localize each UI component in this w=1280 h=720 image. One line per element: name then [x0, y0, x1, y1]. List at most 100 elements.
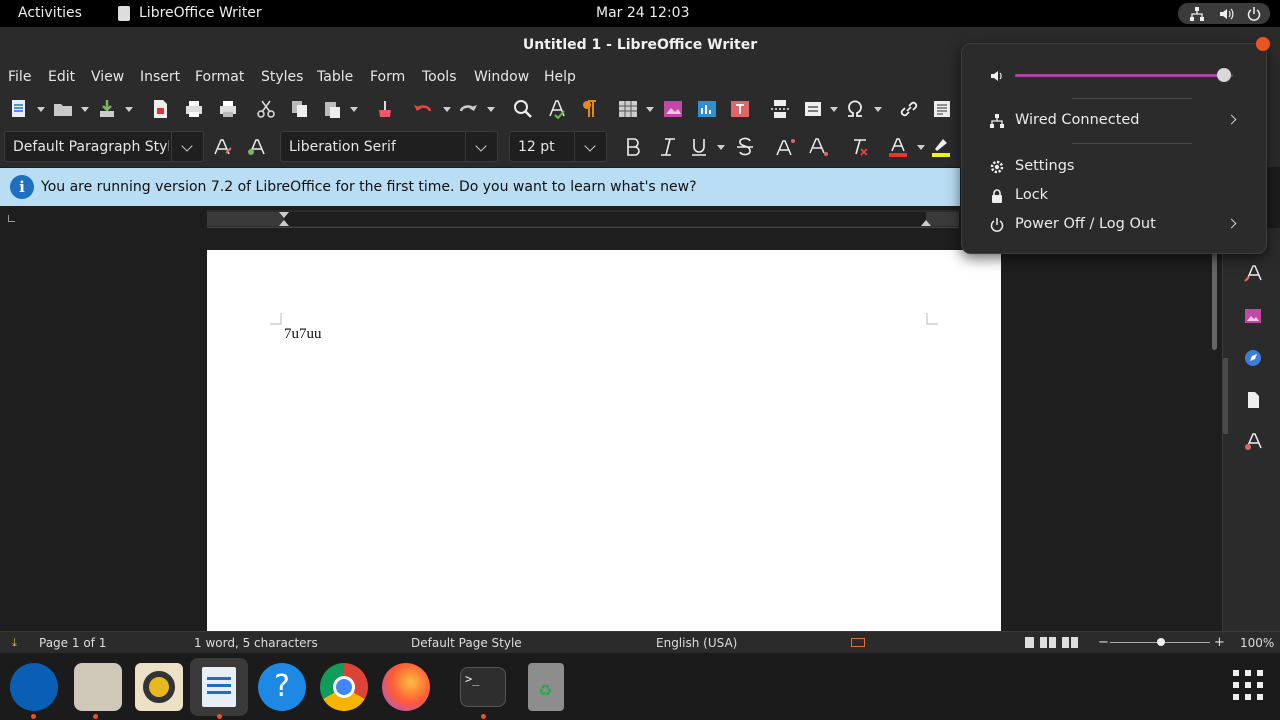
undo-dropdown-icon[interactable] [443, 107, 451, 112]
footnote-icon[interactable] [932, 99, 952, 119]
field-dropdown-icon[interactable] [830, 107, 838, 112]
wired-network-item[interactable]: Wired Connected [962, 107, 1266, 135]
book-view-icon[interactable] [1062, 637, 1078, 648]
show-applications-icon[interactable] [1232, 669, 1264, 701]
selection-mode-icon[interactable] [851, 638, 865, 647]
export-pdf-icon[interactable] [150, 99, 170, 119]
style-inspector-deck-icon[interactable] [1243, 431, 1263, 451]
save-icon[interactable] [97, 99, 117, 119]
page-number-status[interactable]: Page 1 of 1 [39, 636, 106, 650]
font-color-icon[interactable] [888, 137, 908, 157]
italic-icon[interactable] [658, 137, 678, 157]
gallery-deck-icon[interactable] [1243, 306, 1263, 326]
copy-icon[interactable] [290, 99, 310, 119]
zoom-out-icon[interactable]: − [1098, 635, 1109, 650]
page-style-status[interactable]: Default Page Style [411, 636, 522, 650]
open-folder-icon[interactable] [53, 99, 73, 119]
page-deck-icon[interactable] [1243, 390, 1263, 410]
clock[interactable]: Mar 24 12:03 [596, 5, 689, 21]
menu-tools[interactable]: Tools [422, 69, 457, 85]
zoom-in-icon[interactable]: + [1214, 635, 1225, 650]
menu-table[interactable]: Table [317, 69, 353, 85]
word-count-status[interactable]: 1 word, 5 characters [194, 636, 318, 650]
menu-styles[interactable]: Styles [261, 69, 303, 85]
print-icon[interactable] [184, 99, 204, 119]
paragraph-style-combo[interactable]: Default Paragraph Styl [4, 131, 204, 162]
insert-textbox-icon[interactable] [730, 99, 750, 119]
strikethrough-icon[interactable] [735, 137, 755, 157]
document-modified-icon[interactable]: ⤓ [12, 636, 17, 650]
subscript-icon[interactable] [809, 137, 829, 157]
settings-item[interactable]: Settings [962, 153, 1266, 181]
volume-slider-handle[interactable] [1217, 68, 1232, 82]
navigator-deck-icon[interactable] [1243, 348, 1263, 368]
styles-deck-icon[interactable] [1243, 263, 1263, 283]
cut-icon[interactable] [256, 99, 276, 119]
trash-icon[interactable]: ♻ [528, 663, 564, 711]
help-icon[interactable]: ? [258, 663, 306, 711]
scrollbar-thumb[interactable] [1212, 250, 1217, 350]
formatting-marks-icon[interactable] [579, 99, 599, 119]
insert-page-break-icon[interactable] [770, 99, 790, 119]
redo-icon[interactable] [458, 99, 478, 119]
new-document-icon[interactable] [9, 99, 29, 119]
hyperlink-icon[interactable] [899, 99, 919, 119]
first-line-indent-marker[interactable] [279, 212, 289, 218]
superscript-icon[interactable] [776, 137, 796, 157]
activities-button[interactable]: Activities [18, 5, 82, 21]
app-menu-button[interactable]: LibreOffice Writer [139, 5, 262, 21]
insert-image-icon[interactable] [663, 99, 683, 119]
lock-item[interactable]: Lock [962, 182, 1266, 210]
thunderbird-icon[interactable] [10, 663, 58, 711]
tab-stop-selector[interactable] [8, 215, 15, 222]
menu-edit[interactable]: Edit [48, 69, 75, 85]
document-text[interactable]: 7u7uu [284, 326, 322, 343]
terminal-icon[interactable]: >_ [460, 667, 506, 707]
font-name-dropdown[interactable] [465, 132, 497, 161]
menu-insert[interactable]: Insert [140, 69, 180, 85]
table-dropdown-icon[interactable] [646, 107, 654, 112]
special-character-dropdown-icon[interactable] [874, 107, 882, 112]
menu-help[interactable]: Help [544, 69, 576, 85]
clone-formatting-icon[interactable] [375, 99, 395, 119]
underline-icon[interactable] [689, 137, 709, 157]
menu-format[interactable]: Format [195, 69, 244, 85]
special-character-icon[interactable] [845, 99, 865, 119]
save-dropdown-icon[interactable] [125, 107, 133, 112]
rhythmbox-icon[interactable] [135, 663, 183, 711]
underline-dropdown-icon[interactable] [717, 145, 725, 150]
paste-icon[interactable] [322, 99, 342, 119]
paragraph-style-dropdown[interactable] [171, 132, 203, 161]
system-status-area[interactable] [1178, 3, 1270, 24]
writer-dock-icon-bg[interactable] [190, 658, 248, 716]
clear-formatting-icon[interactable] [849, 137, 869, 157]
chrome-icon[interactable] [320, 663, 368, 711]
insert-table-icon[interactable] [618, 99, 638, 119]
zoom-level-status[interactable]: 100% [1240, 636, 1274, 650]
vertical-scrollbar[interactable] [1210, 250, 1220, 631]
redo-dropdown-icon[interactable] [487, 107, 495, 112]
font-color-dropdown-icon[interactable] [917, 145, 925, 150]
menu-file[interactable]: File [8, 69, 31, 85]
menu-view[interactable]: View [91, 69, 124, 85]
print-preview-icon[interactable] [218, 99, 238, 119]
font-size-dropdown[interactable] [574, 132, 606, 161]
spelling-icon[interactable] [547, 99, 567, 119]
language-status[interactable]: English (USA) [656, 636, 737, 650]
new-style-icon[interactable] [246, 137, 266, 157]
single-page-view-icon[interactable] [1025, 637, 1034, 648]
power-off-item[interactable]: Power Off / Log Out [962, 211, 1266, 239]
zoom-slider-thumb[interactable] [1157, 638, 1165, 646]
insert-field-icon[interactable] [803, 99, 823, 119]
update-style-icon[interactable] [213, 137, 233, 157]
firefox-icon[interactable] [382, 663, 430, 711]
font-size-combo[interactable]: 12 pt [509, 131, 607, 162]
horizontal-ruler[interactable] [207, 210, 959, 228]
font-name-combo[interactable]: Liberation Serif [280, 131, 498, 162]
undo-icon[interactable] [413, 99, 433, 119]
document-page[interactable]: 7u7uu [207, 250, 1001, 631]
find-replace-icon[interactable] [513, 99, 533, 119]
volume-slider[interactable] [1015, 68, 1233, 82]
open-dropdown-icon[interactable] [81, 107, 89, 112]
sidebar-splitter[interactable] [1223, 358, 1228, 434]
